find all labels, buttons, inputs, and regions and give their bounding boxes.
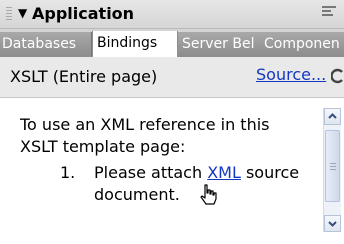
tab-server-behaviors[interactable]: Server Bel [178, 32, 263, 56]
drag-grip-icon[interactable] [6, 7, 12, 21]
tab-databases[interactable]: Databases [0, 32, 92, 56]
chevron-down-icon [328, 221, 337, 227]
refresh-icon[interactable] [331, 67, 344, 85]
tab-strip: Databases Bindings Server Bel Componen [0, 29, 344, 57]
tab-components[interactable]: Componen [262, 32, 344, 56]
attach-xml-link[interactable]: XML [207, 163, 241, 182]
panel-titlebar[interactable]: ▼ Application [0, 0, 344, 29]
scroll-thumb[interactable] [325, 130, 340, 202]
document-type-label: XSLT (Entire page) [10, 67, 158, 86]
panel-title: Application [32, 4, 135, 23]
chevron-up-icon [328, 113, 337, 119]
vertical-scrollbar[interactable] [323, 108, 341, 232]
step-prefix: Please attach [94, 163, 208, 182]
step-number: 1. [60, 163, 76, 182]
application-panel: ▼ Application Databases Bindings Server … [0, 0, 344, 241]
bindings-toolbar: XSLT (Entire page) Source... [0, 57, 344, 98]
instructions-area: To use an XML reference in this XSLT tem… [6, 104, 318, 244]
panel-options-menu-icon[interactable] [322, 6, 336, 20]
tab-bindings[interactable]: Bindings [92, 31, 178, 57]
source-link[interactable]: Source... [256, 65, 326, 84]
scroll-down-button[interactable] [324, 215, 341, 232]
scroll-up-button[interactable] [324, 108, 341, 125]
hand-pointer-cursor-icon [200, 184, 217, 205]
instructions-text: To use an XML reference in this XSLT tem… [20, 115, 270, 156]
collapse-arrow-icon[interactable]: ▼ [18, 6, 27, 20]
